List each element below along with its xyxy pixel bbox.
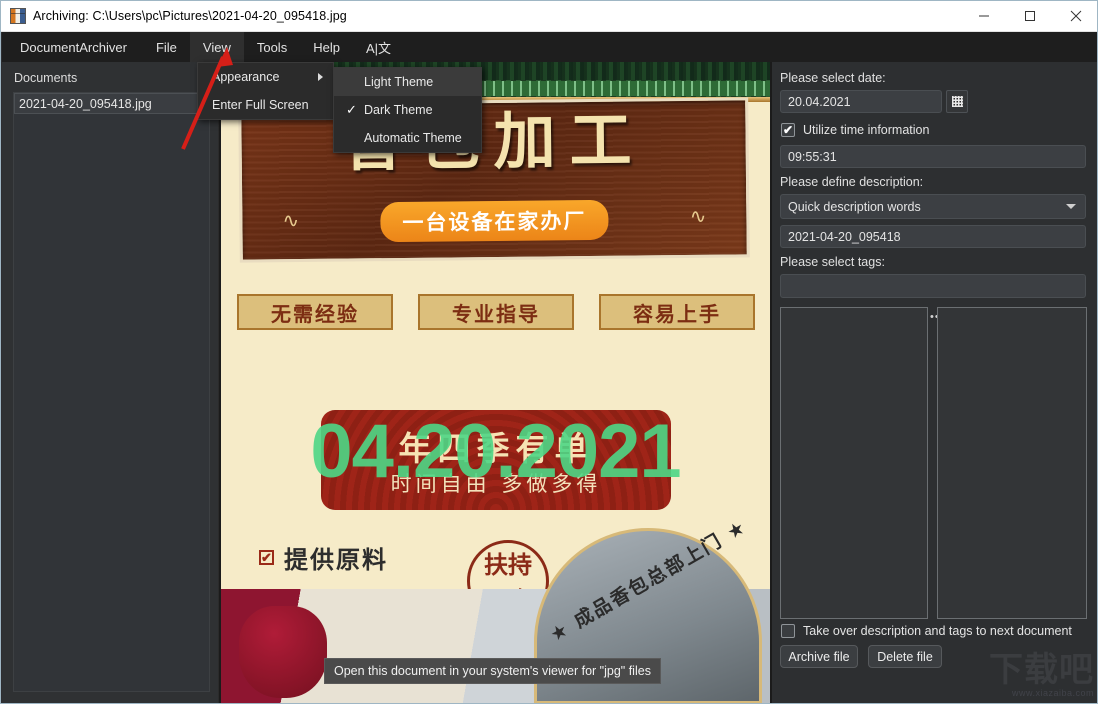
- menu-item-light-theme[interactable]: Light Theme: [334, 68, 481, 96]
- date-label: Please select date:: [780, 71, 886, 85]
- application-window: Archiving: C:\Users\pc\Pictures\2021-04-…: [0, 0, 1098, 704]
- menu-item-label: Appearance: [212, 70, 279, 84]
- check-icon: ✔: [259, 550, 274, 565]
- documents-heading: Documents: [14, 71, 77, 85]
- menu-item-label: Enter Full Screen: [212, 98, 309, 112]
- takeover-label: Take over description and tags to next d…: [803, 624, 1072, 638]
- watermark-logo: 下载吧: [962, 652, 1094, 688]
- poster-feature-tags: 无需经验 专业指导 容易上手: [237, 294, 755, 330]
- archive-file-button[interactable]: Archive file: [780, 645, 858, 668]
- menu-bar: DocumentArchiver File View Tools Help A|…: [2, 32, 1098, 62]
- view-dropdown-menu: Appearance Enter Full Screen: [197, 62, 334, 120]
- menu-help[interactable]: Help: [300, 32, 353, 62]
- calendar-icon[interactable]: [946, 90, 968, 113]
- window-title: Archiving: C:\Users\pc\Pictures\2021-04-…: [33, 9, 347, 23]
- metadata-form-pane: Please select date: 20.04.2021 ✔ Utilize…: [772, 62, 1098, 704]
- menu-tools[interactable]: Tools: [244, 32, 300, 62]
- poster-image[interactable]: 香包加工 ∿ ∿ 一台设备在家办厂 无需经验 专业指导 容易上手 年四季有单 时…: [221, 62, 770, 704]
- tags-label: Please select tags:: [780, 255, 885, 269]
- takeover-checkbox[interactable]: Take over description and tags to next d…: [781, 624, 1072, 638]
- poster-sachet-photo: [239, 606, 327, 698]
- utilize-time-checkbox[interactable]: ✔ Utilize time information: [781, 123, 929, 137]
- watermark-url: www.xiazaiba.com: [962, 688, 1094, 698]
- documents-list[interactable]: 2021-04-20_095418.jpg: [13, 92, 210, 692]
- minimize-button[interactable]: [961, 1, 1007, 31]
- poster-sign-subtitle: 一台设备在家办厂: [380, 200, 608, 242]
- delete-file-button[interactable]: Delete file: [868, 645, 942, 668]
- tags-input[interactable]: [780, 274, 1086, 298]
- poster-tag: 容易上手: [599, 294, 755, 330]
- menu-item-dark-theme[interactable]: ✓ Dark Theme: [334, 96, 481, 124]
- description-combo-value: Quick description words: [788, 200, 921, 214]
- menu-view[interactable]: View: [190, 32, 244, 62]
- menu-item-enter-full-screen[interactable]: Enter Full Screen: [198, 91, 333, 119]
- archive-icon: [10, 8, 26, 24]
- menu-item-label: Automatic Theme: [364, 131, 462, 145]
- time-input[interactable]: 09:55:31: [780, 145, 1086, 168]
- poster-bullet-text: 提供原料: [284, 540, 388, 575]
- date-input[interactable]: 20.04.2021: [780, 90, 942, 113]
- document-viewer[interactable]: 香包加工 ∿ ∿ 一台设备在家办厂 无需经验 专业指导 容易上手 年四季有单 时…: [219, 62, 772, 704]
- list-item[interactable]: 2021-04-20_095418.jpg: [14, 93, 209, 114]
- close-button[interactable]: [1053, 1, 1098, 31]
- selected-tags-list[interactable]: [937, 307, 1087, 619]
- poster-tag: 无需经验: [237, 294, 393, 330]
- viewer-tooltip: Open this document in your system's view…: [324, 658, 661, 684]
- poster-wooden-sign: 香包加工 ∿ ∿ 一台设备在家办厂: [238, 97, 750, 262]
- window-controls: [961, 1, 1098, 31]
- date-overlay-text: 04.20.2021: [221, 414, 770, 490]
- menu-item-automatic-theme[interactable]: Automatic Theme: [334, 124, 481, 152]
- menu-item-label: Dark Theme: [364, 103, 433, 117]
- title-bar: Archiving: C:\Users\pc\Pictures\2021-04-…: [1, 1, 1098, 32]
- checkbox-mark: [781, 624, 795, 638]
- squiggle-left-icon: ∿: [282, 208, 299, 233]
- menu-item-appearance[interactable]: Appearance: [198, 63, 333, 91]
- menu-item-label: Light Theme: [364, 75, 433, 89]
- maximize-button[interactable]: [1007, 1, 1053, 31]
- poster-seal-line1: 扶持: [470, 547, 546, 583]
- description-label: Please define description:: [780, 175, 923, 189]
- poster-tag: 专业指导: [418, 294, 574, 330]
- menu-documentarchiver[interactable]: DocumentArchiver: [2, 32, 143, 62]
- documents-pane: Documents 2021-04-20_095418.jpg: [2, 62, 218, 704]
- chevron-right-icon: [318, 73, 323, 81]
- poster-bullet-item: ✔ 提供原料: [259, 540, 388, 575]
- appearance-submenu: Light Theme ✓ Dark Theme Automatic Theme: [333, 67, 482, 153]
- description-input[interactable]: 2021-04-20_095418: [780, 225, 1086, 248]
- menu-language[interactable]: A|文: [353, 32, 404, 62]
- available-tags-list[interactable]: [780, 307, 928, 619]
- check-icon: ✓: [346, 102, 357, 118]
- utilize-time-label: Utilize time information: [803, 123, 929, 137]
- watermark: 下载吧 www.xiazaiba.com: [962, 652, 1094, 702]
- chevron-down-icon: [1066, 204, 1076, 209]
- description-combo[interactable]: Quick description words: [780, 194, 1086, 219]
- menu-file[interactable]: File: [143, 32, 190, 62]
- main-body: Documents 2021-04-20_095418.jpg 香包加工 ∿ ∿…: [2, 62, 1098, 704]
- checkbox-mark: ✔: [781, 123, 795, 137]
- squiggle-right-icon: ∿: [689, 204, 706, 229]
